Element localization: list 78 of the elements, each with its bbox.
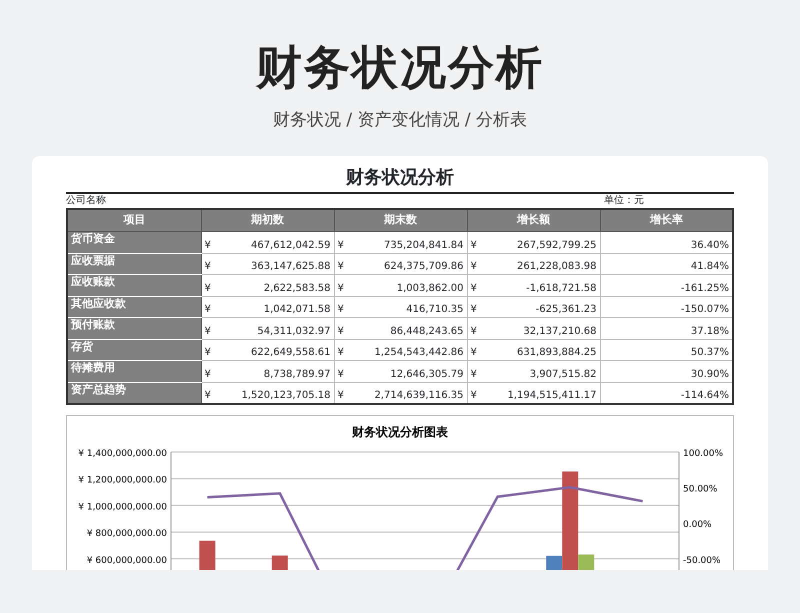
axis-label: 0.00% <box>683 520 712 530</box>
currency-sign: ¥ <box>204 303 211 317</box>
currency-sign: ¥ <box>338 388 344 402</box>
currency-sign: ¥ <box>470 303 477 317</box>
row-label: 待摊费用 <box>67 360 201 382</box>
column-header: 项目 <box>67 208 201 232</box>
currency-sign: ¥ <box>470 368 477 382</box>
amount-cell: 267,592,799.25 <box>516 238 596 252</box>
company-label: 公司名称 <box>66 194 106 208</box>
chart-title: 财务状况分析图表 <box>352 424 448 438</box>
row-label: 资产总趋势 <box>67 382 201 404</box>
axis-label: ¥ 1,400,000,000.00 <box>78 448 167 458</box>
amount-cell: 1,520,123,705.18 <box>241 388 330 402</box>
axis-label: ¥ 1,000,000,000.00 <box>78 502 167 512</box>
currency-sign: ¥ <box>204 346 211 360</box>
currency-sign: ¥ <box>204 368 211 382</box>
axis-label: -50.00% <box>683 555 721 566</box>
amount-cell: 261,228,083.98 <box>516 260 596 274</box>
amount-cell: 2,622,583.58 <box>264 282 330 296</box>
amount-cell: 622,649,558.61 <box>250 346 330 360</box>
currency-sign: ¥ <box>204 238 211 252</box>
currency-sign: ¥ <box>470 388 477 402</box>
page-title: 财务状况分析 <box>254 39 545 96</box>
amount-cell: 624,375,709.86 <box>384 260 464 274</box>
amount-cell: 54,311,032.97 <box>257 324 330 338</box>
amount-cell: 12,646,305.79 <box>390 368 464 382</box>
currency-sign: ¥ <box>338 346 344 360</box>
column-header: 期初数 <box>201 208 334 232</box>
currency-sign: ¥ <box>338 368 344 382</box>
amount-cell: 86,448,243.65 <box>390 324 464 338</box>
amount-cell: -1,618,721.58 <box>526 282 596 296</box>
row-label: 应收账款 <box>67 274 201 296</box>
sheet-title: 财务状况分析 <box>66 166 734 194</box>
amount-cell: 8,738,789.97 <box>264 368 330 382</box>
row-label: 预付账款 <box>67 318 201 339</box>
axis-label: ¥ 1,200,000,000.00 <box>78 475 167 486</box>
currency-sign: ¥ <box>470 238 477 252</box>
amount-cell: 3,907,515.82 <box>530 368 596 382</box>
amount-cell: 735,204,841.84 <box>384 238 464 252</box>
amount-cell: 467,612,042.59 <box>250 238 330 252</box>
currency-sign: ¥ <box>470 324 477 338</box>
row-label: 货币资金 <box>67 232 201 253</box>
currency-sign: ¥ <box>204 282 211 296</box>
currency-sign: ¥ <box>204 324 211 338</box>
amount-cell: 363,147,625.88 <box>250 260 330 274</box>
row-label: 其他应收款 <box>67 296 201 318</box>
amount-cell: 1,003,862.00 <box>396 282 464 296</box>
currency-sign: ¥ <box>204 388 211 402</box>
row-label: 应收票据 <box>67 253 201 274</box>
currency-sign: ¥ <box>338 282 344 296</box>
amount-cell: 32,137,210.68 <box>523 324 596 338</box>
currency-sign: ¥ <box>470 282 477 296</box>
column-header: 增长额 <box>467 208 600 232</box>
amount-cell: 1,254,543,442.86 <box>374 346 464 360</box>
axis-label: ¥ 800,000,000.00 <box>86 528 167 539</box>
amount-cell: 631,893,884.25 <box>516 346 596 360</box>
subtitle-text: 财务状况 / 资产变化情况 / 分析表 <box>272 110 528 130</box>
chart-bar <box>272 555 288 570</box>
column-header: 增长率 <box>600 208 733 232</box>
currency-sign: ¥ <box>470 346 477 360</box>
chart-bar <box>199 540 216 570</box>
amount-cell: 416,710.35 <box>406 303 464 317</box>
currency-sign: ¥ <box>338 303 344 317</box>
currency-sign: ¥ <box>338 238 344 252</box>
currency-sign: ¥ <box>338 260 344 274</box>
axis-label: 50.00% <box>683 484 718 494</box>
amount-cell: 2,714,639,116.35 <box>374 388 464 402</box>
column-header: 期末数 <box>334 208 467 232</box>
axis-label: ¥ 600,000,000.00 <box>86 555 167 566</box>
currency-sign: ¥ <box>338 324 344 338</box>
amount-cell: 1,042,071.58 <box>264 303 330 317</box>
currency-sign: ¥ <box>204 260 211 274</box>
currency-sign: ¥ <box>470 260 477 274</box>
amount-cell: 1,194,515,411.17 <box>507 388 596 402</box>
row-label: 存货 <box>67 339 201 360</box>
axis-label: 100.00% <box>683 448 724 458</box>
amount-cell: -625,361.23 <box>536 303 596 317</box>
unit-label: 单位：元 <box>604 194 644 208</box>
